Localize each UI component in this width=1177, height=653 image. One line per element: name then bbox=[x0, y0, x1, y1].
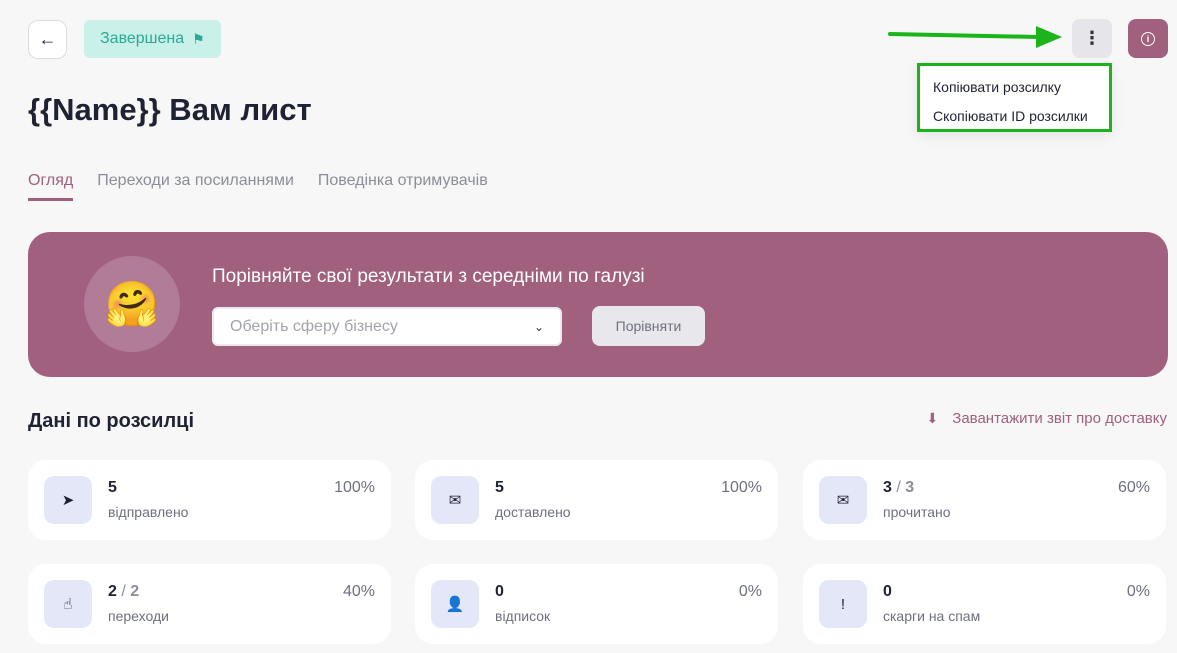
stat-label: переходи bbox=[108, 608, 169, 624]
stat-label: прочитано bbox=[883, 504, 951, 520]
stat-value: 2 / 2 bbox=[108, 583, 140, 600]
stat-value: 0 bbox=[495, 583, 504, 600]
banner-title: Порівняйте свої результати з середніми п… bbox=[212, 266, 645, 287]
options-dropdown: Копіювати розсилку Скопіювати ID розсилк… bbox=[917, 63, 1112, 132]
copy-campaign-item[interactable]: Копіювати розсилку bbox=[920, 72, 1109, 101]
alert-icon: ! bbox=[819, 580, 867, 628]
status-badge: Завершена ⚑ bbox=[84, 20, 221, 58]
stat-value: 0 bbox=[883, 583, 892, 600]
stat-value: 5 bbox=[108, 479, 117, 496]
download-report-label: Завантажити звіт про доставку bbox=[952, 410, 1167, 427]
stat-card-sent: ➤ 5 відправлено 100% bbox=[28, 460, 391, 540]
chevron-down-icon: ⌄ bbox=[533, 319, 544, 334]
stat-card-delivered: ✉ 5 доставлено 100% bbox=[415, 460, 778, 540]
envelope-open-icon: ✉ bbox=[819, 476, 867, 524]
compare-button[interactable]: Порівняти bbox=[592, 306, 705, 346]
user-minus-icon: 👤 bbox=[431, 580, 479, 628]
flag-icon: ⚑ bbox=[192, 30, 205, 47]
more-vertical-icon: ⋮ bbox=[1083, 28, 1101, 48]
benchmark-banner: 🤗 Порівняйте свої результати з середніми… bbox=[28, 232, 1168, 377]
stat-label: відправлено bbox=[108, 504, 189, 520]
more-options-button[interactable]: ⋮ bbox=[1072, 19, 1112, 58]
download-report-link[interactable]: ⬇ Завантажити звіт про доставку bbox=[927, 410, 1167, 427]
info-button[interactable]: i bbox=[1128, 19, 1168, 58]
business-sector-select[interactable]: Оберіть сферу бізнесу ⌄ bbox=[212, 307, 562, 346]
stat-percent: 60% bbox=[1117, 479, 1150, 496]
copy-campaign-id-item[interactable]: Скопіювати ID розсилки bbox=[920, 101, 1109, 130]
select-placeholder: Оберіть сферу бізнесу bbox=[230, 317, 398, 335]
download-icon: ⬇ bbox=[926, 410, 939, 426]
tab-recipient-behavior[interactable]: Поведінка отримувачів bbox=[318, 172, 488, 201]
arrow-left-icon: ← bbox=[38, 29, 57, 49]
tab-overview[interactable]: Огляд bbox=[28, 172, 74, 201]
status-label: Завершена bbox=[100, 30, 185, 47]
envelope-icon: ✉ bbox=[431, 476, 479, 524]
stat-value: 5 bbox=[495, 479, 504, 496]
tab-link-clicks[interactable]: Переходи за посиланнями bbox=[97, 172, 294, 201]
stat-percent: 100% bbox=[334, 479, 375, 496]
stat-label: доставлено bbox=[495, 504, 571, 520]
hugging-face-icon: 🤗 bbox=[84, 256, 180, 352]
stat-percent: 40% bbox=[342, 583, 375, 600]
stat-card-spam: ! 0 скарги на спам 0% bbox=[803, 564, 1166, 644]
page-title: {{Name}} Вам лист bbox=[28, 92, 312, 127]
back-button[interactable]: ← bbox=[28, 20, 67, 59]
section-title: Дані по розсилці bbox=[28, 410, 195, 432]
stat-percent: 100% bbox=[721, 479, 762, 496]
stat-card-unsubscribes: 👤 0 відписок 0% bbox=[415, 564, 778, 644]
annotation-arrow bbox=[888, 26, 1062, 48]
stat-label: скарги на спам bbox=[883, 608, 981, 624]
pointer-hand-icon: ☝ bbox=[44, 580, 92, 628]
stat-label: відписок bbox=[495, 608, 551, 624]
send-icon: ➤ bbox=[44, 476, 92, 524]
info-icon: i bbox=[1141, 31, 1155, 46]
stat-card-clicks: ☝ 2 / 2 переходи 40% bbox=[28, 564, 391, 644]
stat-value: 3 / 3 bbox=[883, 479, 915, 496]
stat-percent: 0% bbox=[1126, 583, 1150, 600]
tabs: Огляд Переходи за посиланнями Поведінка … bbox=[28, 172, 488, 201]
stat-card-read: ✉ 3 / 3 прочитано 60% bbox=[803, 460, 1166, 540]
stat-percent: 0% bbox=[738, 583, 762, 600]
